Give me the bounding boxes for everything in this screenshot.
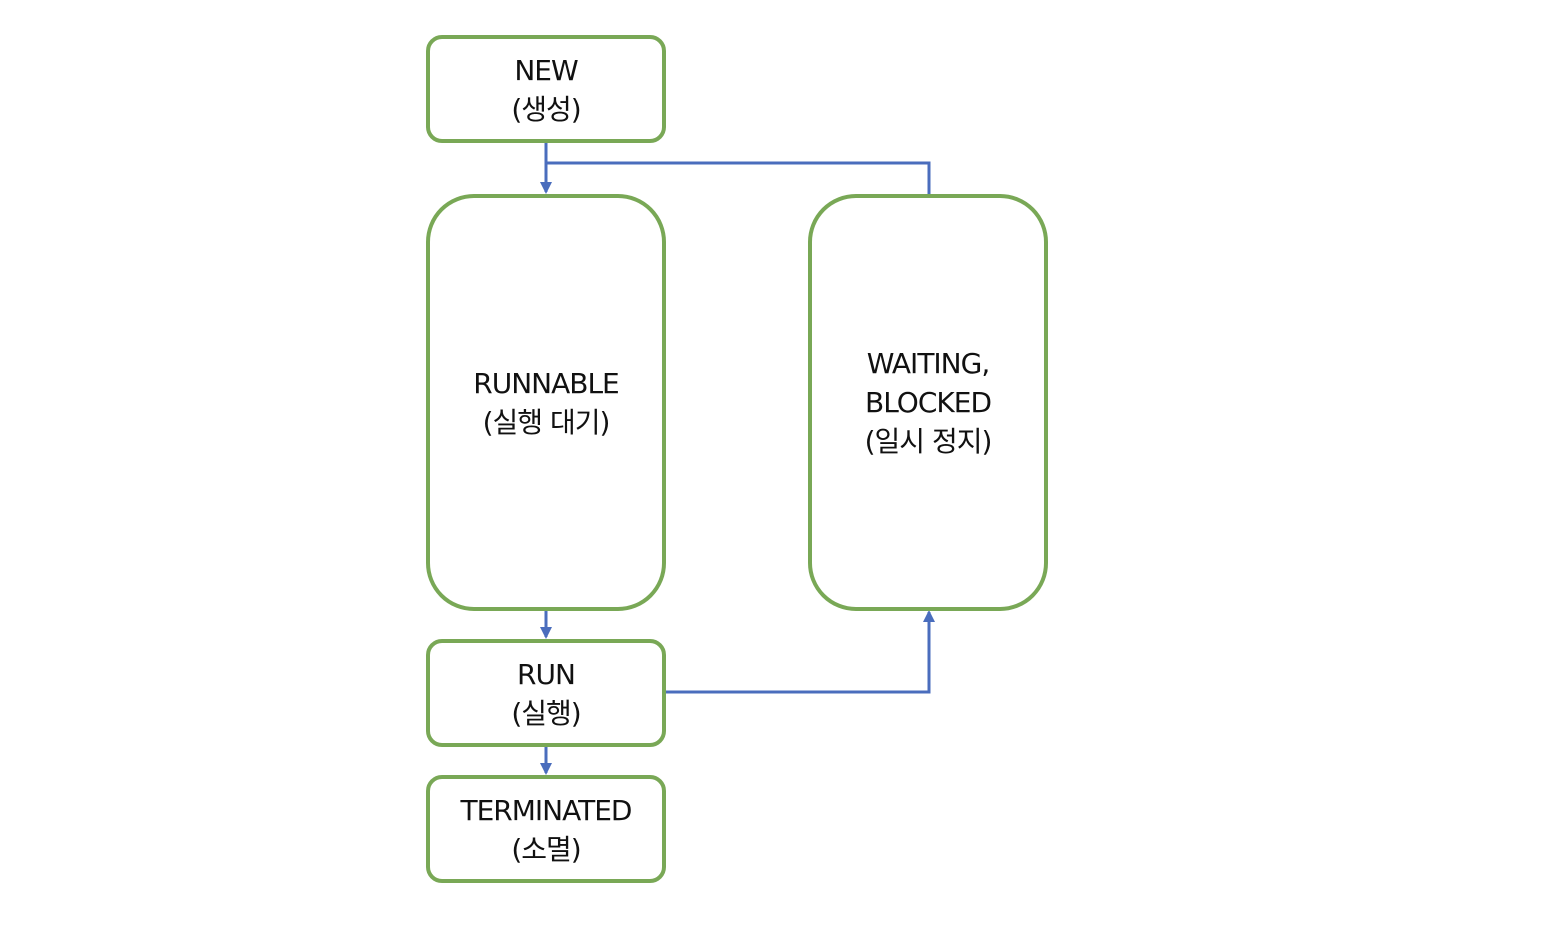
state-run: RUN (실행)	[426, 639, 666, 747]
state-waiting: WAITING, BLOCKED (일시 정지)	[808, 194, 1048, 611]
state-run-label: RUN	[517, 658, 575, 691]
state-run-sublabel: (실행)	[511, 697, 580, 730]
state-waiting-label: WAITING,	[867, 347, 989, 380]
state-runnable-label: RUNNABLE	[473, 367, 619, 400]
state-new-label: NEW	[514, 54, 578, 87]
state-terminated-sublabel: (소멸)	[511, 833, 580, 866]
state-terminated-label: TERMINATED	[460, 794, 632, 827]
state-waiting-sublabel: (일시 정지)	[865, 425, 992, 458]
edge-waiting-to-runnable	[546, 161, 931, 195]
state-terminated: TERMINATED (소멸)	[426, 775, 666, 883]
state-runnable-box	[426, 194, 666, 611]
state-new: NEW (생성)	[426, 35, 666, 143]
state-new-sublabel: (생성)	[511, 93, 580, 126]
thread-state-diagram: NEW (생성) RUNNABLE (실행 대기) WAITING, BLOCK…	[426, 35, 1048, 883]
state-runnable: RUNNABLE (실행 대기)	[426, 194, 666, 611]
state-runnable-sublabel: (실행 대기)	[483, 406, 610, 439]
state-blocked-label: BLOCKED	[865, 386, 991, 419]
edge-run-to-waiting	[665, 610, 935, 694]
